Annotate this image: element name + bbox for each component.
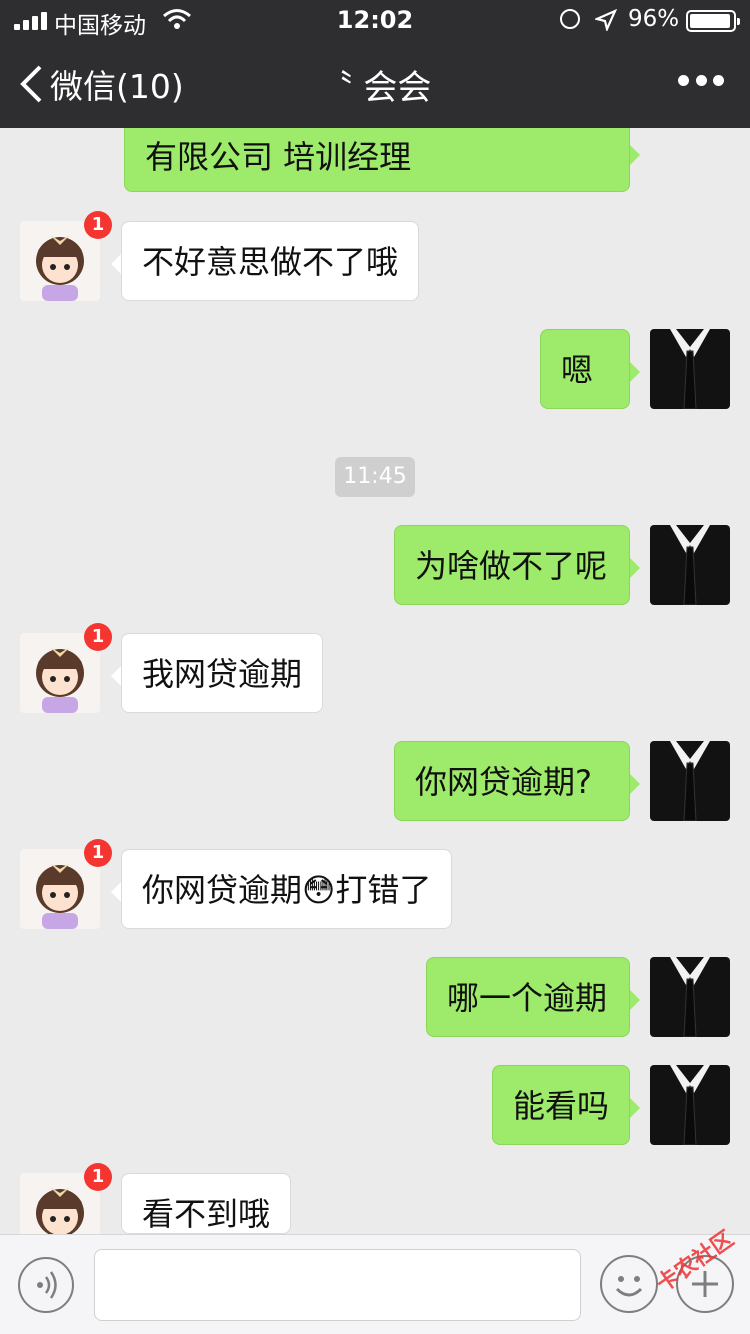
location-arrow-icon [595,9,617,31]
unread-badge: 1 [84,623,112,651]
suit-avatar-icon [670,1065,710,1146]
status-bar: 中国移动 12:02 96% [0,0,750,40]
message-input[interactable] [94,1249,581,1321]
message-bubble-incoming[interactable]: 我网贷逾期 [110,633,324,713]
battery-icon [686,10,740,32]
nav-bar: 微信(10) 〝 会会 [0,40,750,128]
suit-avatar-icon [670,741,710,822]
message-bubble-outgoing[interactable]: 嗯 [540,329,640,409]
my-avatar[interactable] [650,1065,730,1146]
more-options-button[interactable] [678,70,724,90]
my-avatar[interactable] [650,329,730,410]
battery-percent: 96% [628,6,680,32]
my-avatar[interactable] [650,957,730,1038]
message-bubble-incoming[interactable]: 你网贷逾期😳打错了 [110,849,453,929]
suit-avatar-icon [670,525,710,606]
rotation-lock-icon [560,9,580,29]
chat-title: 〝 会会 [318,68,432,108]
smiley-icon [615,1276,643,1297]
suit-avatar-icon [670,957,710,1038]
my-avatar[interactable] [650,741,730,822]
message-bubble-incoming[interactable]: 不好意思做不了哦 [110,221,420,301]
message-bubble-outgoing[interactable]: 你网贷逾期? [394,741,640,821]
voice-icon [37,1271,57,1299]
suit-avatar-icon [670,329,710,410]
unread-badge: 1 [84,1163,112,1191]
message-bubble-outgoing[interactable]: 哪一个逾期 [426,957,640,1037]
voice-input-button[interactable] [18,1257,74,1313]
emoji-button[interactable] [600,1255,658,1313]
message-bubble-incoming[interactable]: 看不到哦 [121,1173,292,1234]
message-bubble-outgoing[interactable]: 能看吗 [492,1065,640,1145]
unread-badge: 1 [84,839,112,867]
time-separator: 11:45 [335,457,415,497]
top-bar: 中国移动 12:02 96% 微信(10) 〝 会会 [0,0,750,128]
contact-avatar[interactable]: 1 [20,839,112,929]
message-bubble-outgoing[interactable]: 为啥做不了呢 [394,525,640,605]
my-avatar[interactable] [650,525,730,606]
contact-avatar[interactable]: 1 [20,211,112,301]
input-bar [0,1234,750,1334]
unread-badge: 1 [84,211,112,239]
contact-avatar[interactable]: 1 [20,623,112,713]
